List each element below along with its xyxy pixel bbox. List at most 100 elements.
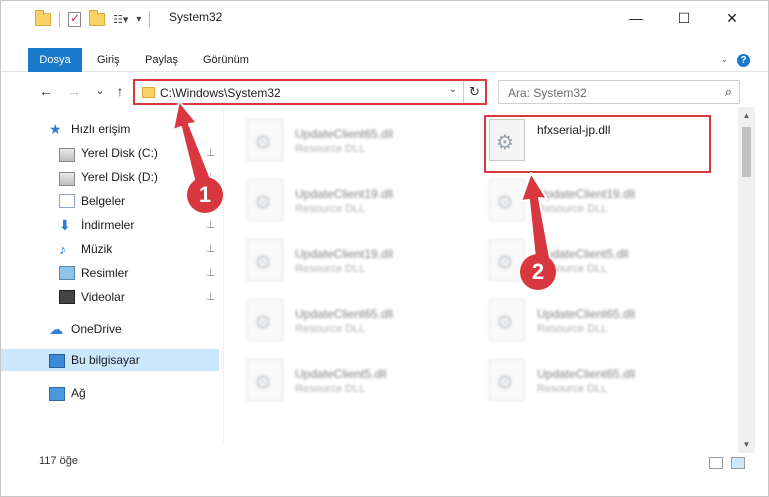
pictures-icon [59, 266, 75, 280]
vertical-scrollbar[interactable]: ▲ ▼ [738, 107, 755, 453]
sidebar-item-downloads[interactable]: ⬇ İndirmeler ⊥ [1, 214, 219, 236]
file-item[interactable]: UpdateClient65.dll Resource DLL [473, 293, 693, 347]
file-item[interactable]: UpdateClient65.dll Resource DLL [231, 113, 451, 167]
sidebar-item-quick-access[interactable]: ★ Hızlı erişim [1, 118, 219, 140]
file-type: Resource DLL [295, 263, 366, 275]
file-item[interactable]: UpdateClient65.dll Resource DLL [473, 353, 693, 407]
folder-icon [142, 87, 155, 98]
chevron-down-icon[interactable]: ⌄ [720, 54, 728, 65]
music-icon: ♪ [59, 241, 66, 257]
scrollbar-thumb[interactable] [742, 127, 751, 177]
recent-locations-button[interactable]: ⌄ [91, 81, 109, 101]
file-item[interactable]: UpdateClient19.dll Resource DLL [473, 173, 693, 227]
pin-icon[interactable]: ⊥ [206, 268, 215, 279]
star-icon: ★ [49, 121, 62, 137]
dll-file-icon [489, 179, 525, 221]
sidebar-item-local-disk-d[interactable]: Yerel Disk (D:) ⊥ [1, 166, 219, 188]
file-item[interactable]: UpdateClient19.dll Resource DLL [231, 233, 451, 287]
pane-divider[interactable] [223, 107, 224, 443]
step-1-badge: 1 [187, 177, 223, 213]
status-bar: 117 öğe [1, 451, 768, 473]
sidebar-item-this-pc[interactable]: Bu bilgisayar [1, 349, 219, 371]
large-icons-view-icon[interactable] [731, 457, 745, 469]
tab-file[interactable]: Dosya [28, 48, 82, 72]
scroll-up-icon[interactable]: ▲ [738, 107, 755, 124]
folder-icon [35, 9, 51, 26]
navigation-bar: ← → ⌄ ↑ C:\Windows\System32 ⌄ ↻ Ara: Sys… [1, 77, 768, 105]
file-item[interactable]: UpdateClient19.dll Resource DLL [231, 173, 451, 227]
window-title: System32 [169, 10, 223, 24]
properties-icon[interactable] [68, 11, 81, 27]
file-type: Resource DLL [295, 143, 366, 155]
up-button[interactable]: ↑ [111, 81, 129, 101]
file-type: Resource DLL [295, 323, 366, 335]
file-type: Resource DLL [295, 203, 366, 215]
file-type: Resource DLL [295, 383, 366, 395]
dll-file-icon [489, 359, 525, 401]
file-item[interactable]: UpdateClient65.dll Resource DLL [231, 293, 451, 347]
dll-file-icon [247, 119, 283, 161]
address-path[interactable]: C:\Windows\System32 [160, 86, 281, 100]
customize-toolbar-icon[interactable]: ☷▾ [113, 13, 128, 26]
file-name: UpdateClient5.dll [295, 367, 387, 381]
search-input[interactable]: Ara: System32 ⌕ [498, 80, 740, 104]
file-name: UpdateClient65.dll [295, 127, 394, 141]
file-explorer-window: ☷▾ ▾ System32 — ☐ ✕ Dosya Giriş Paylaş G… [0, 0, 769, 497]
file-item[interactable]: UpdateClient5.dll Resource DLL [231, 353, 451, 407]
network-icon [49, 387, 65, 401]
search-icon[interactable]: ⌕ [725, 84, 732, 100]
title-bar: ☷▾ ▾ System32 — ☐ ✕ [1, 1, 768, 35]
navigation-pane: ★ Hızlı erişim Yerel Disk (C:) ⊥ Yerel D… [1, 113, 221, 443]
new-folder-icon[interactable] [89, 9, 105, 26]
dll-file-icon [247, 239, 283, 281]
sidebar-item-network[interactable]: Ağ [1, 382, 219, 404]
sidebar-item-local-disk-c[interactable]: Yerel Disk (C:) ⊥ [1, 142, 219, 164]
back-button[interactable]: ← [37, 81, 55, 101]
sidebar-item-label: Hızlı erişim [71, 122, 131, 136]
maximize-button[interactable]: ☐ [661, 1, 707, 35]
tab-home[interactable]: Giriş [87, 48, 130, 72]
file-type: Resource DLL [537, 383, 608, 395]
sidebar-item-label: İndirmeler [81, 218, 135, 232]
forward-button[interactable]: → [65, 81, 83, 101]
pin-icon[interactable]: ⊥ [206, 220, 215, 231]
disk-icon [59, 147, 75, 162]
sidebar-item-label: Yerel Disk (D:) [81, 170, 158, 184]
chevron-down-icon[interactable]: ⌄ [449, 84, 457, 95]
file-name: UpdateClient19.dll [295, 247, 394, 261]
minimize-button[interactable]: — [613, 1, 659, 35]
videos-icon [59, 290, 75, 304]
address-bar[interactable]: C:\Windows\System32 ⌄ ↻ [133, 79, 487, 105]
documents-icon [59, 194, 75, 208]
details-view-icon[interactable] [709, 457, 723, 469]
sidebar-item-onedrive[interactable]: ☁ OneDrive [1, 318, 219, 340]
item-count: 117 öğe [39, 455, 78, 467]
file-item[interactable]: UpdateClient5.dll Resource DLL [473, 233, 693, 287]
sidebar-item-videos[interactable]: Videolar ⊥ [1, 286, 219, 308]
sidebar-item-label: Müzik [81, 242, 113, 256]
file-name: UpdateClient65.dll [537, 367, 636, 381]
help-icon[interactable]: ? [737, 54, 750, 67]
file-name: UpdateClient19.dll [295, 187, 394, 201]
step-2-badge: 2 [520, 254, 556, 290]
download-icon: ⬇ [59, 217, 71, 233]
pin-icon[interactable]: ⊥ [206, 292, 215, 303]
sidebar-item-label: Resimler [81, 266, 129, 280]
tab-share[interactable]: Paylaş [135, 48, 188, 72]
computer-icon [49, 354, 65, 368]
target-file-highlight [484, 115, 711, 173]
file-type: Resource DLL [537, 203, 608, 215]
sidebar-item-music[interactable]: ♪ Müzik ⊥ [1, 238, 219, 260]
tab-view[interactable]: Görünüm [193, 48, 259, 72]
sidebar-item-label: Belgeler [81, 194, 126, 208]
toolbar-dropdown-icon[interactable]: ▾ [136, 14, 141, 25]
sidebar-item-pictures[interactable]: Resimler ⊥ [1, 262, 219, 284]
sidebar-item-label: Ağ [71, 386, 86, 400]
pin-icon[interactable]: ⊥ [206, 244, 215, 255]
toolbar-divider [149, 11, 151, 27]
refresh-button[interactable]: ↻ [463, 81, 485, 103]
sidebar-item-label: Videolar [81, 290, 125, 304]
close-button[interactable]: ✕ [709, 1, 755, 35]
pin-icon[interactable]: ⊥ [206, 148, 215, 159]
dll-file-icon [247, 179, 283, 221]
